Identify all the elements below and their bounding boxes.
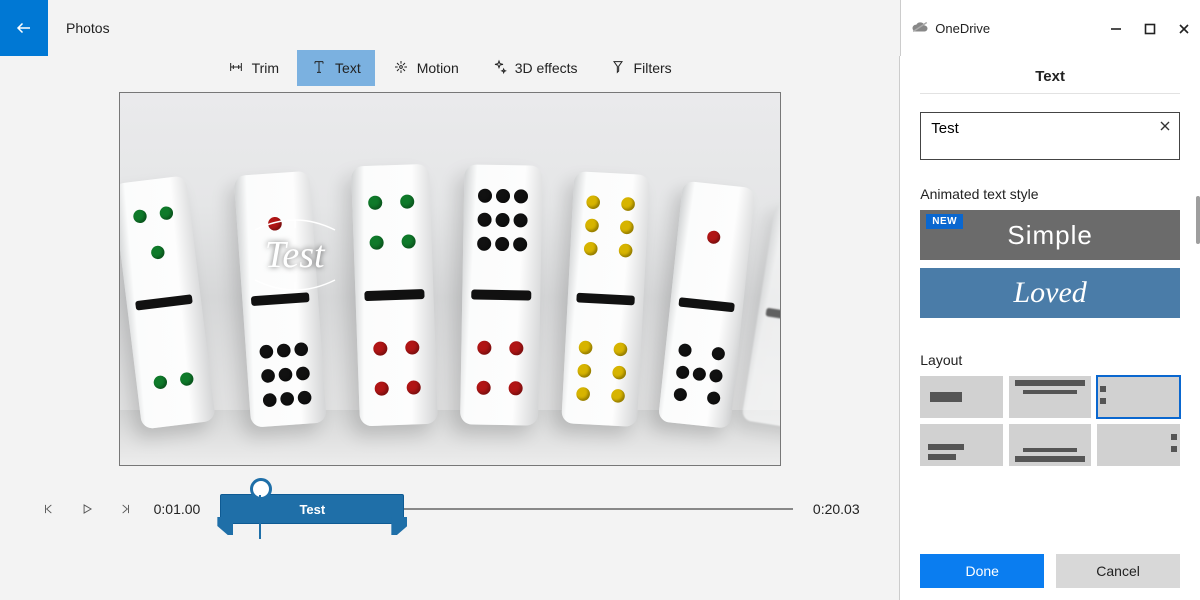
layout-heading: Layout [920, 352, 1180, 368]
tool-label: Motion [417, 60, 459, 76]
frame-back-button[interactable] [40, 500, 58, 518]
done-button[interactable]: Done [920, 554, 1044, 588]
tool-motion[interactable]: Motion [379, 50, 473, 86]
layout-left-edge[interactable] [1097, 376, 1180, 418]
tool-label: Filters [634, 60, 672, 76]
current-time: 0:01.00 [154, 501, 201, 517]
layout-right-edge[interactable] [1097, 424, 1180, 466]
tool-label: Trim [252, 60, 279, 76]
caption-input[interactable] [929, 119, 1153, 138]
text-clip[interactable]: Test [220, 494, 404, 524]
layout-left-center[interactable] [920, 376, 1003, 418]
tool-label: 3D effects [515, 60, 578, 76]
text-side-panel: OneDrive Text Animated text style NEW Si… [899, 56, 1200, 600]
layout-options [920, 376, 1180, 466]
tool-3d-effects[interactable]: 3D effects [477, 50, 592, 86]
minimize-button[interactable] [1110, 22, 1122, 34]
style-simple[interactable]: NEW Simple [920, 210, 1180, 260]
panel-title: Text [920, 56, 1180, 94]
app-title: Photos [66, 20, 110, 36]
editor-area: Trim Text Motion 3D effects [0, 56, 899, 600]
caption-input-wrap[interactable] [920, 112, 1180, 160]
new-badge: NEW [926, 214, 963, 229]
style-loved[interactable]: Loved [920, 268, 1180, 318]
edit-toolbar: Trim Text Motion 3D effects [214, 50, 686, 86]
layout-bottom-wide[interactable] [1009, 424, 1092, 466]
clear-input-button[interactable] [1159, 119, 1171, 135]
maximize-button[interactable] [1144, 22, 1156, 34]
tool-label: Text [335, 60, 361, 76]
onedrive-status[interactable]: OneDrive [911, 21, 990, 36]
panel-scrollbar[interactable] [1196, 196, 1200, 244]
trim-icon [228, 59, 244, 78]
playback-controls: 0:01.00 Test 0:20.03 [40, 488, 860, 530]
timeline-track[interactable]: Test [220, 508, 793, 510]
back-button[interactable] [0, 0, 48, 56]
frame-forward-button[interactable] [116, 500, 134, 518]
play-button[interactable] [78, 500, 96, 518]
text-icon [311, 59, 327, 78]
style-label: Loved [1013, 276, 1086, 310]
motion-icon [393, 59, 409, 78]
window-chrome: OneDrive [900, 0, 1200, 56]
sparkle-icon [491, 59, 507, 78]
layout-bottom-left[interactable] [920, 424, 1003, 466]
video-preview[interactable]: Test [119, 92, 781, 466]
close-window-button[interactable] [1178, 22, 1190, 34]
cloud-icon [911, 21, 929, 36]
ornament-bottom-icon [245, 278, 345, 294]
overlay-text-value: Test [220, 232, 370, 278]
ornament-top-icon [245, 216, 345, 232]
layout-top-wide[interactable] [1009, 376, 1092, 418]
clip-label: Test [299, 502, 325, 517]
cancel-button[interactable]: Cancel [1056, 554, 1180, 588]
tool-text[interactable]: Text [297, 50, 375, 86]
filters-icon [610, 59, 626, 78]
overlay-text: Test [220, 216, 370, 294]
tool-trim[interactable]: Trim [214, 50, 293, 86]
onedrive-label: OneDrive [935, 21, 990, 36]
styles-heading: Animated text style [920, 186, 1180, 202]
tool-filters[interactable]: Filters [596, 50, 686, 86]
total-time: 0:20.03 [813, 501, 860, 517]
style-label: Simple [1007, 220, 1092, 251]
